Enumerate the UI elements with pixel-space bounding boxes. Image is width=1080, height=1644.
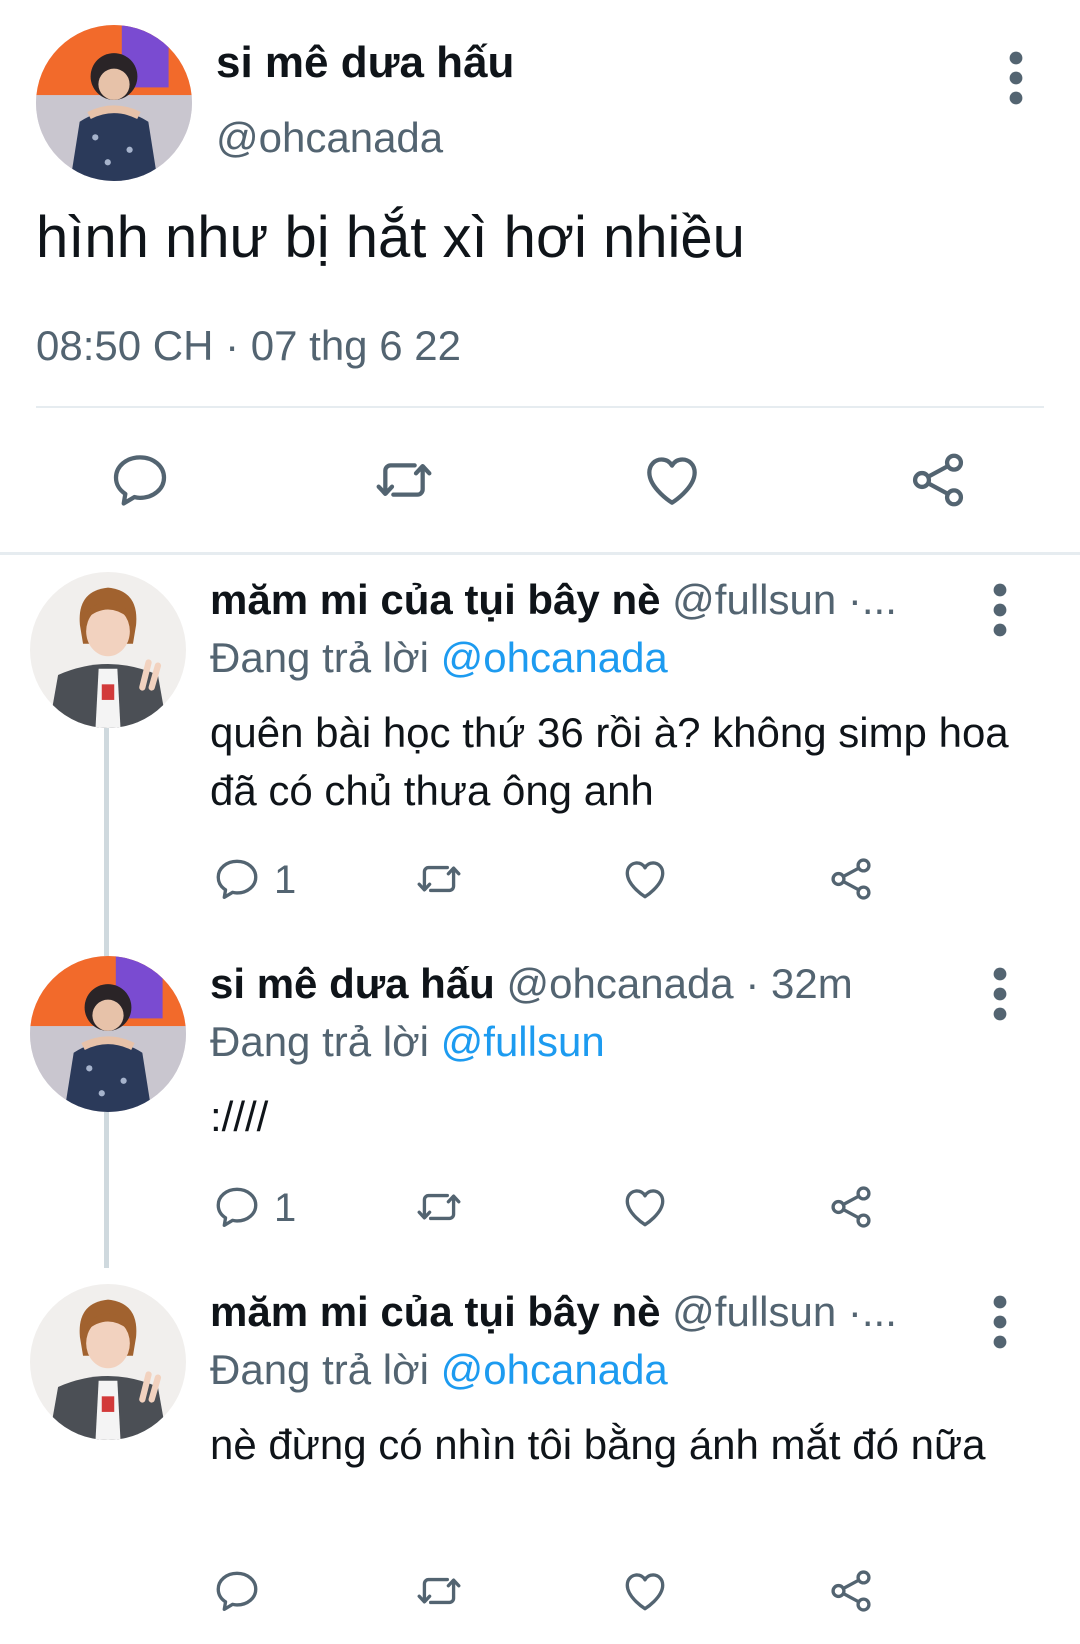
avatar[interactable] — [30, 956, 186, 1112]
reply-header: si mê dưa hấu @ohcanada · 32m — [210, 960, 970, 1008]
divider — [36, 406, 1044, 408]
replying-label: Đang trả lời — [210, 1018, 429, 1065]
reply-tweet[interactable]: măm mi của tụi bây nè @fullsun ·... Đang… — [0, 572, 1080, 932]
mention-link[interactable]: @ohcanada — [441, 1346, 668, 1393]
reply-count: 1 — [274, 858, 297, 902]
tweet-text: nè đừng có nhìn tôi bằng ánh mắt đó nữa — [210, 1421, 986, 1468]
replying-label: Đang trả lời — [210, 634, 429, 681]
author-handle-time[interactable]: @ohcanada · 32m — [507, 960, 853, 1007]
tweet-timestamp[interactable]: 08:50 CH · 07 thg 6 22 — [36, 322, 461, 370]
avatar[interactable] — [30, 1284, 186, 1440]
reply-header: măm mi của tụi bây nè @fullsun ·... — [210, 1288, 970, 1336]
reply-icon[interactable] — [212, 1566, 262, 1616]
reply-tweet[interactable]: măm mi của tụi bây nè @fullsun ·... Đang… — [0, 1284, 1080, 1636]
reply-tweet[interactable]: si mê dưa hấu @ohcanada · 32m Đang trả l… — [0, 956, 1080, 1256]
avatar[interactable] — [36, 25, 192, 181]
reply-icon[interactable] — [212, 1182, 262, 1232]
retweet-icon[interactable] — [414, 1566, 464, 1616]
more-options-icon[interactable] — [980, 582, 1020, 638]
author-handle[interactable]: @ohcanada — [216, 114, 443, 162]
mention-link[interactable]: @fullsun — [441, 1018, 605, 1065]
avatar[interactable] — [30, 572, 186, 728]
replying-to: Đang trả lời @ohcanada — [210, 1346, 668, 1394]
mention-link[interactable]: @ohcanada — [441, 634, 668, 681]
share-icon[interactable] — [826, 1182, 876, 1232]
more-options-icon[interactable] — [980, 1294, 1020, 1350]
replying-to: Đang trả lời @fullsun — [210, 1018, 605, 1066]
author-name[interactable]: si mê dưa hấu — [210, 960, 495, 1007]
like-icon[interactable] — [640, 448, 704, 512]
author-name[interactable]: măm mi của tụi bây nè — [210, 576, 660, 623]
retweet-icon[interactable] — [414, 1182, 464, 1232]
reply-count: 1 — [274, 1186, 297, 1230]
replying-to: Đang trả lời @ohcanada — [210, 634, 668, 682]
section-separator — [0, 552, 1080, 555]
tweet-text: ://// — [210, 1093, 269, 1140]
author-name[interactable]: si mê dưa hấu — [216, 38, 514, 88]
share-icon[interactable] — [906, 448, 970, 512]
replying-label: Đang trả lời — [210, 1346, 429, 1393]
tweet-text: hình như bị hắt xì hơi nhiều — [36, 205, 745, 270]
author-handle-time[interactable]: @fullsun ·... — [672, 576, 897, 623]
tweet-text: quên bài học thứ 36 rồi à? không simp ho… — [210, 709, 1009, 814]
like-icon[interactable] — [620, 1182, 670, 1232]
retweet-icon[interactable] — [414, 854, 464, 904]
reply-icon[interactable] — [108, 448, 172, 512]
author-handle-time[interactable]: @fullsun ·... — [672, 1288, 897, 1335]
more-options-icon[interactable] — [980, 966, 1020, 1022]
like-icon[interactable] — [620, 854, 670, 904]
retweet-icon[interactable] — [372, 448, 436, 512]
author-name[interactable]: măm mi của tụi bây nè — [210, 1288, 660, 1335]
main-tweet: si mê dưa hấu @ohcanada hình như bị hắt … — [0, 0, 1080, 552]
more-options-icon[interactable] — [996, 50, 1036, 106]
share-icon[interactable] — [826, 1566, 876, 1616]
share-icon[interactable] — [826, 854, 876, 904]
reply-header: măm mi của tụi bây nè @fullsun ·... — [210, 576, 970, 624]
reply-icon[interactable] — [212, 854, 262, 904]
like-icon[interactable] — [620, 1566, 670, 1616]
